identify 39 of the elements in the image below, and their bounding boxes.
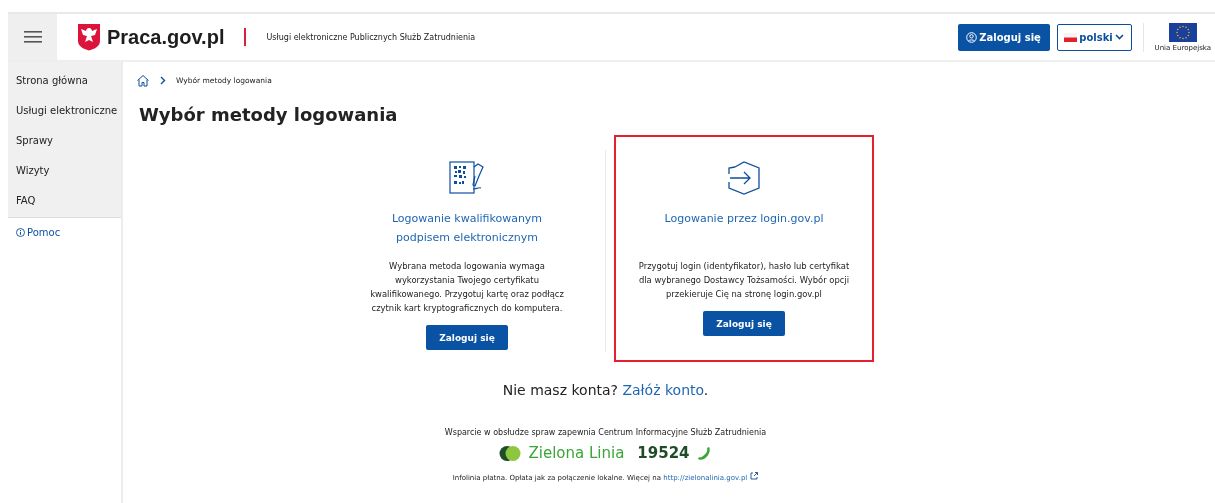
method-link[interactable]: Logowanie przez login.gov.pl xyxy=(644,209,844,249)
method-description: Przygotuj login (identyfikator), hasło lub certyfikat dla wybranego Dostawcy Tożsamości. Wybór opcji przekieruje Cię na stronę login.gov.pl xyxy=(637,260,851,301)
period-text: . xyxy=(703,382,709,398)
page-title: Wybór metody logowania xyxy=(139,104,399,125)
hotline-logo-icon xyxy=(499,444,522,462)
method-link[interactable]: Logowanie kwalifikowanym podpisem elektronicznym xyxy=(367,209,567,249)
sidebar-item[interactable]: Strona główna xyxy=(8,67,121,97)
sidebar-item[interactable]: Usługi elektroniczne xyxy=(8,97,121,127)
method-description: Wybrana metoda logowania wymaga wykorzystania Twojego certyfikatu kwalifikowanego. Przygotuj kartę oraz podłącz czytnik kart kryptograficznych do komputera. xyxy=(369,260,565,315)
eu-flag-icon xyxy=(1168,22,1197,42)
login-button[interactable]: Zaloguj się xyxy=(703,311,785,336)
flag-icon xyxy=(1064,32,1078,42)
qr-signature-icon xyxy=(449,161,485,195)
hotline-name: Zielona Linia xyxy=(528,444,625,462)
login-button[interactable]: Zaloguj się xyxy=(957,23,1050,51)
sidebar-item[interactable]: Sprawy xyxy=(8,127,121,157)
language-select[interactable]: polski xyxy=(1056,23,1132,51)
register-link[interactable]: Załóż konto xyxy=(622,382,704,398)
eagle-emblem-icon xyxy=(77,23,101,51)
external-link-icon xyxy=(750,472,759,480)
menu-button[interactable] xyxy=(8,14,57,60)
menu-icon xyxy=(23,31,42,43)
login-button[interactable]: Zaloguj się xyxy=(426,325,508,350)
no-account-text: Nie masz konta? xyxy=(502,382,618,398)
chevron-right-icon xyxy=(160,76,166,85)
support-text: Wsparcie w obsłudze spraw zapewnia Centrum Informacyjne Służb Zatrudnienia xyxy=(443,428,768,437)
site-subtitle: Usługi elektroniczne Publicznych Służb Zatrudnienia xyxy=(266,32,476,42)
chevron-down-icon xyxy=(1114,34,1124,40)
sidebar-item[interactable]: Wizyty xyxy=(8,157,121,187)
login-arrow-icon xyxy=(726,161,762,195)
home-icon xyxy=(136,74,150,87)
help-link[interactable]: Pomoc xyxy=(8,218,61,238)
phone-icon xyxy=(696,445,712,461)
user-icon xyxy=(966,31,978,43)
hotline-number: 19524 xyxy=(637,444,690,462)
info-icon xyxy=(16,228,25,237)
site-logo[interactable]: Praca.gov.pl xyxy=(107,25,225,49)
sidebar-item[interactable]: FAQ xyxy=(8,187,121,217)
home-link[interactable] xyxy=(136,74,150,87)
